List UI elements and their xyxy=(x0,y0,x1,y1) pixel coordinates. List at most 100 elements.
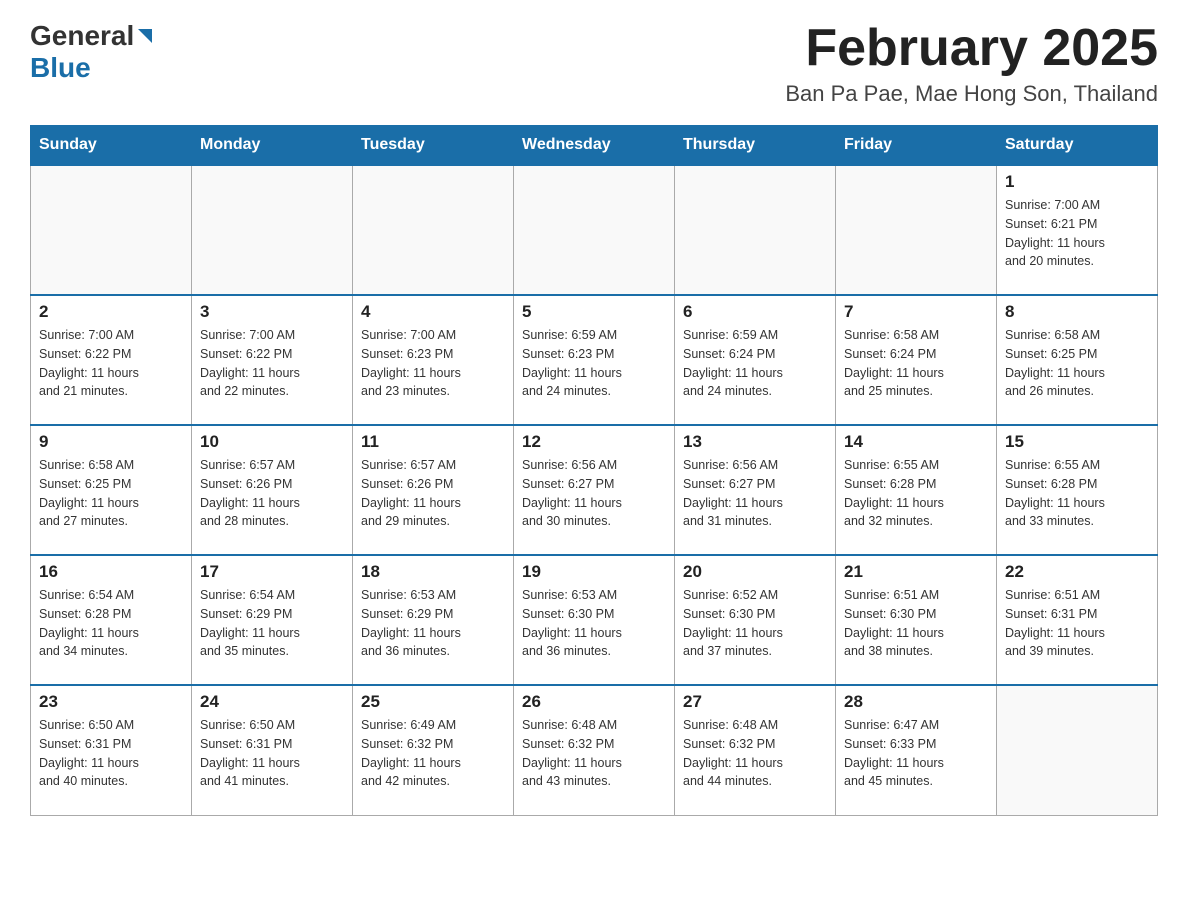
day-info: Sunrise: 6:58 AMSunset: 6:24 PMDaylight:… xyxy=(844,326,988,401)
calendar-cell-w5-d3: 25 Sunrise: 6:49 AMSunset: 6:32 PMDayligh… xyxy=(353,685,514,815)
header-sunday: Sunday xyxy=(31,126,192,166)
calendar-cell-w4-d2: 17 Sunrise: 6:54 AMSunset: 6:29 PMDayligh… xyxy=(192,555,353,685)
calendar-cell-w4-d1: 16 Sunrise: 6:54 AMSunset: 6:28 PMDayligh… xyxy=(31,555,192,685)
day-info: Sunrise: 6:56 AMSunset: 6:27 PMDaylight:… xyxy=(683,456,827,531)
calendar-cell-w1-d4 xyxy=(514,165,675,295)
day-info: Sunrise: 6:58 AMSunset: 6:25 PMDaylight:… xyxy=(39,456,183,531)
week-row-1: 1 Sunrise: 7:00 AMSunset: 6:21 PMDaylight… xyxy=(31,165,1158,295)
day-info: Sunrise: 7:00 AMSunset: 6:22 PMDaylight:… xyxy=(200,326,344,401)
day-info: Sunrise: 6:59 AMSunset: 6:23 PMDaylight:… xyxy=(522,326,666,401)
logo: General Blue xyxy=(30,20,154,84)
calendar-cell-w4-d6: 21Sunrise: 6:51 AMSunset: 6:30 PMDayligh… xyxy=(836,555,997,685)
week-row-5: 23 Sunrise: 6:50 AMSunset: 6:31 PMDayligh… xyxy=(31,685,1158,815)
calendar-cell-w5-d6: 28Sunrise: 6:47 AMSunset: 6:33 PMDayligh… xyxy=(836,685,997,815)
month-title: February 2025 xyxy=(785,20,1158,77)
calendar-cell-w2-d5: 6Sunrise: 6:59 AMSunset: 6:24 PMDaylight… xyxy=(675,295,836,425)
day-info: Sunrise: 6:57 AMSunset: 6:26 PMDaylight:… xyxy=(361,456,505,531)
day-number: 18 xyxy=(361,562,505,582)
header-saturday: Saturday xyxy=(997,126,1158,166)
day-info: Sunrise: 6:55 AMSunset: 6:28 PMDaylight:… xyxy=(844,456,988,531)
calendar-cell-w1-d5 xyxy=(675,165,836,295)
day-number: 26 xyxy=(522,692,666,712)
day-info: Sunrise: 6:54 AMSunset: 6:28 PMDaylight:… xyxy=(39,586,183,661)
day-number: 5 xyxy=(522,302,666,322)
calendar-cell-w3-d1: 9 Sunrise: 6:58 AMSunset: 6:25 PMDaylight… xyxy=(31,425,192,555)
day-number: 10 xyxy=(200,432,344,452)
day-info: Sunrise: 6:48 AMSunset: 6:32 PMDaylight:… xyxy=(522,716,666,791)
calendar-cell-w1-d1 xyxy=(31,165,192,295)
day-number: 9 xyxy=(39,432,183,452)
day-info: Sunrise: 6:50 AMSunset: 6:31 PMDaylight:… xyxy=(200,716,344,791)
day-number: 11 xyxy=(361,432,505,452)
calendar-cell-w4-d7: 22Sunrise: 6:51 AMSunset: 6:31 PMDayligh… xyxy=(997,555,1158,685)
calendar-header-row: Sunday Monday Tuesday Wednesday Thursday… xyxy=(31,126,1158,166)
day-number: 25 xyxy=(361,692,505,712)
calendar-cell-w2-d4: 5 Sunrise: 6:59 AMSunset: 6:23 PMDaylight… xyxy=(514,295,675,425)
week-row-2: 2Sunrise: 7:00 AMSunset: 6:22 PMDaylight… xyxy=(31,295,1158,425)
day-info: Sunrise: 6:47 AMSunset: 6:33 PMDaylight:… xyxy=(844,716,988,791)
calendar-cell-w2-d1: 2Sunrise: 7:00 AMSunset: 6:22 PMDaylight… xyxy=(31,295,192,425)
calendar-cell-w3-d3: 11 Sunrise: 6:57 AMSunset: 6:26 PMDayligh… xyxy=(353,425,514,555)
calendar-cell-w3-d6: 14 Sunrise: 6:55 AMSunset: 6:28 PMDayligh… xyxy=(836,425,997,555)
day-info: Sunrise: 6:54 AMSunset: 6:29 PMDaylight:… xyxy=(200,586,344,661)
calendar-cell-w2-d7: 8Sunrise: 6:58 AMSunset: 6:25 PMDaylight… xyxy=(997,295,1158,425)
calendar-cell-w2-d2: 3 Sunrise: 7:00 AMSunset: 6:22 PMDaylight… xyxy=(192,295,353,425)
day-number: 14 xyxy=(844,432,988,452)
day-info: Sunrise: 6:48 AMSunset: 6:32 PMDaylight:… xyxy=(683,716,827,791)
calendar-cell-w5-d1: 23 Sunrise: 6:50 AMSunset: 6:31 PMDayligh… xyxy=(31,685,192,815)
logo-general-text: General xyxy=(30,20,134,52)
calendar-cell-w5-d2: 24 Sunrise: 6:50 AMSunset: 6:31 PMDayligh… xyxy=(192,685,353,815)
day-number: 6 xyxy=(683,302,827,322)
day-info: Sunrise: 6:49 AMSunset: 6:32 PMDaylight:… xyxy=(361,716,505,791)
day-number: 7 xyxy=(844,302,988,322)
day-info: Sunrise: 6:56 AMSunset: 6:27 PMDaylight:… xyxy=(522,456,666,531)
calendar-table: Sunday Monday Tuesday Wednesday Thursday… xyxy=(30,125,1158,816)
calendar-cell-w1-d6 xyxy=(836,165,997,295)
logo-triangle-icon xyxy=(136,27,154,45)
day-number: 22 xyxy=(1005,562,1149,582)
day-info: Sunrise: 6:53 AMSunset: 6:30 PMDaylight:… xyxy=(522,586,666,661)
header-wednesday: Wednesday xyxy=(514,126,675,166)
day-number: 15 xyxy=(1005,432,1149,452)
day-number: 16 xyxy=(39,562,183,582)
calendar-cell-w2-d3: 4Sunrise: 7:00 AMSunset: 6:23 PMDaylight… xyxy=(353,295,514,425)
calendar-cell-w3-d4: 12 Sunrise: 6:56 AMSunset: 6:27 PMDayligh… xyxy=(514,425,675,555)
day-number: 20 xyxy=(683,562,827,582)
day-info: Sunrise: 6:57 AMSunset: 6:26 PMDaylight:… xyxy=(200,456,344,531)
calendar-cell-w3-d7: 15 Sunrise: 6:55 AMSunset: 6:28 PMDayligh… xyxy=(997,425,1158,555)
day-number: 24 xyxy=(200,692,344,712)
page-header: General Blue February 2025 Ban Pa Pae, M… xyxy=(30,20,1158,107)
header-friday: Friday xyxy=(836,126,997,166)
calendar-cell-w1-d2 xyxy=(192,165,353,295)
day-number: 8 xyxy=(1005,302,1149,322)
day-number: 17 xyxy=(200,562,344,582)
day-info: Sunrise: 7:00 AMSunset: 6:22 PMDaylight:… xyxy=(39,326,183,401)
header-monday: Monday xyxy=(192,126,353,166)
calendar-cell-w4-d5: 20 Sunrise: 6:52 AMSunset: 6:30 PMDayligh… xyxy=(675,555,836,685)
calendar-cell-w4-d4: 19 Sunrise: 6:53 AMSunset: 6:30 PMDayligh… xyxy=(514,555,675,685)
calendar-cell-w2-d6: 7 Sunrise: 6:58 AMSunset: 6:24 PMDaylight… xyxy=(836,295,997,425)
calendar-cell-w5-d7 xyxy=(997,685,1158,815)
calendar-cell-w3-d5: 13 Sunrise: 6:56 AMSunset: 6:27 PMDayligh… xyxy=(675,425,836,555)
calendar-cell-w5-d5: 27 Sunrise: 6:48 AMSunset: 6:32 PMDayligh… xyxy=(675,685,836,815)
day-number: 23 xyxy=(39,692,183,712)
calendar-cell-w3-d2: 10 Sunrise: 6:57 AMSunset: 6:26 PMDayligh… xyxy=(192,425,353,555)
day-info: Sunrise: 7:00 AMSunset: 6:21 PMDaylight:… xyxy=(1005,196,1149,271)
day-info: Sunrise: 6:50 AMSunset: 6:31 PMDaylight:… xyxy=(39,716,183,791)
day-info: Sunrise: 7:00 AMSunset: 6:23 PMDaylight:… xyxy=(361,326,505,401)
day-info: Sunrise: 6:51 AMSunset: 6:30 PMDaylight:… xyxy=(844,586,988,661)
day-number: 13 xyxy=(683,432,827,452)
header-thursday: Thursday xyxy=(675,126,836,166)
week-row-3: 9 Sunrise: 6:58 AMSunset: 6:25 PMDaylight… xyxy=(31,425,1158,555)
day-number: 12 xyxy=(522,432,666,452)
day-number: 1 xyxy=(1005,172,1149,192)
week-row-4: 16 Sunrise: 6:54 AMSunset: 6:28 PMDayligh… xyxy=(31,555,1158,685)
logo-blue-text: Blue xyxy=(30,52,91,84)
day-number: 19 xyxy=(522,562,666,582)
calendar-cell-w1-d3 xyxy=(353,165,514,295)
day-info: Sunrise: 6:52 AMSunset: 6:30 PMDaylight:… xyxy=(683,586,827,661)
day-number: 27 xyxy=(683,692,827,712)
location-title: Ban Pa Pae, Mae Hong Son, Thailand xyxy=(785,81,1158,107)
day-number: 3 xyxy=(200,302,344,322)
day-info: Sunrise: 6:55 AMSunset: 6:28 PMDaylight:… xyxy=(1005,456,1149,531)
